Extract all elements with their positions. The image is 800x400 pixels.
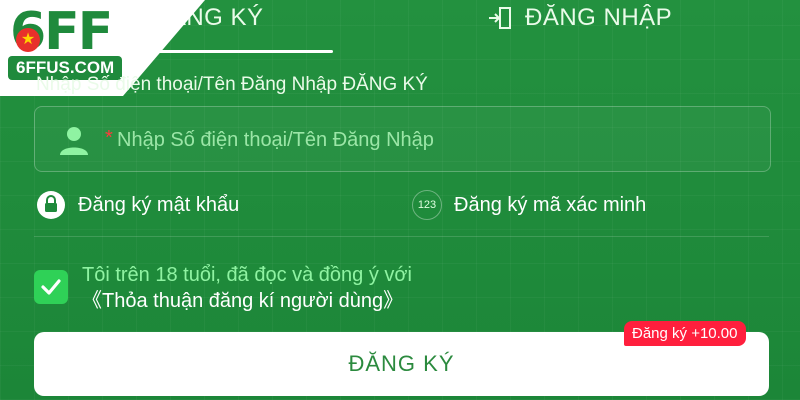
checkmark-icon bbox=[41, 279, 61, 295]
register-password-option[interactable]: Đăng ký mật khẩu bbox=[36, 190, 239, 220]
divider bbox=[34, 236, 769, 237]
agreement-statement: Tôi trên 18 tuổi, đã đọc và đồng ý với bbox=[82, 264, 412, 286]
agreement-text: Tôi trên 18 tuổi, đã đọc và đồng ý với 《… bbox=[82, 262, 732, 314]
login-door-icon bbox=[489, 7, 511, 29]
required-mark: * bbox=[105, 127, 113, 149]
star-icon: ★ bbox=[16, 28, 40, 52]
section-label: Nhập Số điện thoại/Tên Đăng Nhập ĐĂNG KÝ bbox=[36, 74, 428, 95]
bonus-badge: Đăng ký +10.00 bbox=[624, 321, 746, 346]
user-icon bbox=[60, 127, 88, 155]
lock-icon bbox=[37, 191, 65, 219]
register-code-label: Đăng ký mã xác minh bbox=[454, 193, 647, 216]
tab-login-label: ĐĂNG NHẬP bbox=[525, 4, 673, 31]
register-password-label: Đăng ký mật khẩu bbox=[78, 193, 240, 216]
code-number-icon: 123 bbox=[412, 190, 442, 220]
user-agreement-link[interactable]: 《Thỏa thuận đăng kí người dùng》 bbox=[82, 290, 403, 312]
username-input[interactable] bbox=[115, 119, 739, 161]
tab-login[interactable]: ĐĂNG NHẬP bbox=[487, 4, 672, 32]
username-input-box: * bbox=[34, 106, 771, 172]
register-code-option[interactable]: 123 Đăng ký mã xác minh bbox=[412, 190, 646, 220]
agreement-checkbox[interactable] bbox=[34, 270, 68, 304]
